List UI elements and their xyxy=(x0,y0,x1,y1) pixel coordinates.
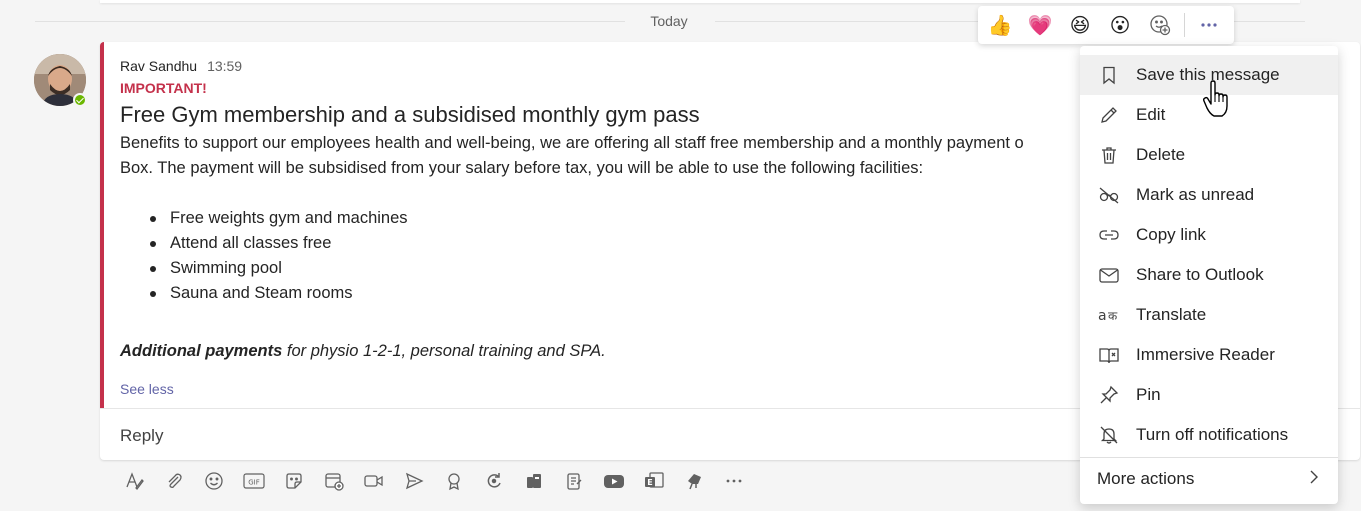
svg-text:a: a xyxy=(1098,308,1107,324)
menu-item-label: Translate xyxy=(1136,305,1207,324)
body-line-2: Box. The payment will be subsidised from… xyxy=(120,159,924,177)
reaction-bar: 👍 💗 😆 😮 xyxy=(978,6,1234,44)
additional-payments-rest: for physio 1-2-1, personal training and … xyxy=(282,342,606,360)
list-item: Swimming pool xyxy=(120,256,1120,281)
more-icon[interactable] xyxy=(714,467,754,495)
svg-text:E: E xyxy=(647,478,652,487)
menu-item-delete[interactable]: Delete xyxy=(1080,135,1338,175)
body-line-1: Benefits to support our employees health… xyxy=(120,134,1024,152)
menu-item-label: Mark as unread xyxy=(1136,185,1255,204)
chevron-right-icon xyxy=(1308,469,1320,490)
importance-label: IMPORTANT! xyxy=(120,80,207,96)
message-header: Rav Sandhu 13:59 xyxy=(120,58,242,74)
sender-name[interactable]: Rav Sandhu xyxy=(120,58,197,74)
menu-item-label: Edit xyxy=(1136,105,1166,124)
add-reaction-icon[interactable] xyxy=(1140,6,1180,44)
menu-item-pin[interactable]: Pin xyxy=(1080,375,1338,415)
emoji-icon[interactable] xyxy=(194,467,234,495)
menu-item-label: Delete xyxy=(1136,145,1186,164)
format-icon[interactable] xyxy=(114,467,154,495)
svg-text:GIF: GIF xyxy=(248,479,260,487)
compose-toolbar: GIF E xyxy=(114,467,754,495)
video-icon[interactable] xyxy=(354,467,394,495)
see-less-link[interactable]: See less xyxy=(120,381,174,397)
surprised-icon[interactable]: 😮 xyxy=(1100,6,1140,44)
more-actions-label: More actions xyxy=(1097,469,1195,488)
translate-icon: aक xyxy=(1080,295,1136,335)
more-actions-item[interactable]: More actions xyxy=(1080,458,1338,500)
previous-message-edge xyxy=(100,0,1300,3)
mail-icon xyxy=(1080,255,1136,295)
menu-item-label: Share to Outlook xyxy=(1136,265,1264,284)
date-divider-line-left xyxy=(35,21,625,22)
stream-icon[interactable] xyxy=(514,467,554,495)
send-icon[interactable] xyxy=(394,467,434,495)
list-item: Sauna and Steam rooms xyxy=(120,281,1120,306)
list-item: Attend all classes free xyxy=(120,231,1120,256)
forms-icon[interactable] xyxy=(554,467,594,495)
menu-item-translate[interactable]: aक Translate xyxy=(1080,295,1338,335)
youtube-icon[interactable] xyxy=(594,467,634,495)
heart-icon[interactable]: 💗 xyxy=(1020,6,1060,44)
additional-payments-bold: Additional payments xyxy=(120,342,283,360)
reply-button[interactable]: Reply xyxy=(120,426,163,446)
link-icon xyxy=(1080,215,1136,255)
thumbs-up-icon[interactable]: 👍 xyxy=(980,6,1020,44)
menu-item-turn-off-notifications[interactable]: Turn off notifications xyxy=(1080,415,1338,455)
menu-item-copy-link[interactable]: Copy link xyxy=(1080,215,1338,255)
menu-item-label: Turn off notifications xyxy=(1136,425,1289,444)
bell-off-icon xyxy=(1080,415,1136,455)
date-divider-label: Today xyxy=(650,13,688,29)
bookmark-icon xyxy=(1080,55,1136,95)
presence-available-badge xyxy=(73,93,87,107)
pencil-icon xyxy=(1080,95,1136,135)
laugh-icon[interactable]: 😆 xyxy=(1060,6,1100,44)
menu-item-share-outlook[interactable]: Share to Outlook xyxy=(1080,255,1338,295)
gif-icon[interactable]: GIF xyxy=(234,467,274,495)
list-item: Free weights gym and machines xyxy=(120,206,1120,231)
menu-item-mark-unread[interactable]: Mark as unread xyxy=(1080,175,1338,215)
attach-icon[interactable] xyxy=(154,467,194,495)
message-subject: Free Gym membership and a subsidised mon… xyxy=(120,102,700,127)
menu-item-label: Copy link xyxy=(1136,225,1206,244)
praise-icon[interactable] xyxy=(434,467,474,495)
svg-text:क: क xyxy=(1108,309,1118,323)
app-icon[interactable] xyxy=(674,467,714,495)
unread-icon xyxy=(1080,175,1136,215)
exchange-icon[interactable]: E xyxy=(634,467,674,495)
pin-icon xyxy=(1080,375,1136,415)
menu-item-immersive-reader[interactable]: Immersive Reader xyxy=(1080,335,1338,375)
facilities-list: Free weights gym and machines Attend all… xyxy=(120,206,1120,306)
menu-item-label: Pin xyxy=(1136,385,1161,404)
message-timestamp: 13:59 xyxy=(207,58,243,74)
reaction-bar-separator xyxy=(1184,13,1185,37)
menu-item-label: Immersive Reader xyxy=(1136,345,1275,364)
immersive-reader-icon xyxy=(1080,335,1136,375)
loop-icon[interactable] xyxy=(474,467,514,495)
message-body: Benefits to support our employees health… xyxy=(120,131,1120,306)
hand-pointer-cursor-icon xyxy=(1202,80,1232,125)
trash-icon xyxy=(1080,135,1136,175)
more-options-icon[interactable] xyxy=(1189,6,1229,44)
sticker-icon[interactable] xyxy=(274,467,314,495)
additional-payments-text: Additional payments for physio 1-2-1, pe… xyxy=(120,342,606,361)
importance-accent-bar xyxy=(100,42,104,408)
schedule-meeting-icon[interactable] xyxy=(314,467,354,495)
